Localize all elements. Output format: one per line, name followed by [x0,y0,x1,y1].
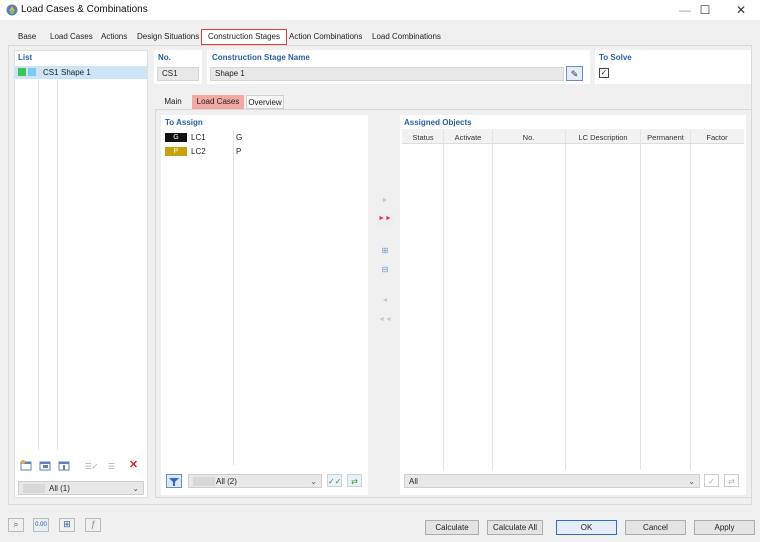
top-tab-bar: Base Load Cases Actions Design Situation… [10,29,750,45]
copy-item-icon[interactable] [38,460,53,473]
delete-icon[interactable]: ✕ [126,459,141,472]
unassign-one-icon[interactable]: ◄ [377,295,393,307]
filter-icon[interactable] [166,474,182,488]
col-status[interactable]: Status [402,133,444,142]
to-solve-label: To Solve [599,53,632,62]
to-assign-header: To Assign [165,118,203,127]
check-all-assigned-icon[interactable]: ✓ [704,474,719,487]
load-case-type: P [236,147,242,156]
tab-load-cases-sub[interactable]: Load Cases [192,95,244,109]
ok-button[interactable]: OK [556,520,617,535]
load-case-type: G [236,133,243,142]
col-divider [690,130,691,470]
deselect-all-icon[interactable]: ⇄ [347,474,362,487]
table-icon[interactable]: ⊞ [59,518,75,532]
col-divider [565,130,566,470]
close-icon[interactable]: ✕ [726,0,756,20]
select-all-icon[interactable]: ✓✓ [327,474,342,487]
tab-overview[interactable]: Overview [246,95,284,109]
new-item-icon[interactable] [19,460,34,473]
col-divider [443,130,444,470]
tab-actions[interactable]: Actions [101,29,127,45]
stage-name-field[interactable]: Shape 1 [210,67,564,81]
tab-load-combinations[interactable]: Load Combinations [372,29,441,45]
assign-selected-icon[interactable]: ⊞ [377,245,393,257]
col-factor[interactable]: Factor [690,133,744,142]
list-header: List [18,53,33,62]
assign-filtered-icon[interactable]: ⊟ [377,264,393,276]
tab-load-cases[interactable]: Load Cases [50,29,93,45]
tab-action-combinations[interactable]: Action Combinations [289,29,362,45]
apply-button[interactable]: Apply [694,520,755,535]
uncheck-all-assigned-icon[interactable]: ⇄ [724,474,739,487]
assign-one-icon[interactable]: ► [377,195,393,207]
to-assign-divider [233,130,234,465]
assigned-panel [400,115,746,495]
to-assign-filter-dropdown[interactable]: All (2) ⌄ [188,474,322,488]
col-no[interactable]: No. [492,133,565,142]
duplicate-item-icon[interactable] [57,460,72,473]
edit-name-icon[interactable]: ✎ [566,66,583,81]
to-assign-panel [161,115,368,495]
col-activate[interactable]: Activate [444,133,492,142]
app-icon [6,4,18,16]
search-icon[interactable]: ⌕ [8,518,24,532]
tab-main[interactable]: Main [158,95,188,109]
calculate-all-button[interactable]: Calculate All [487,520,543,535]
chevron-down-icon: ⌄ [688,477,695,486]
list-item-code: CS1 [43,68,59,77]
list-item-name: Shape 1 [61,68,91,77]
unassign-all-icon[interactable]: ◄◄ [377,314,393,326]
list-panel [14,50,148,498]
list-divider [38,80,39,450]
to-solve-checkbox[interactable]: ✓ [599,68,609,78]
units-icon[interactable]: 0.00 [33,518,49,532]
stage-name-label: Construction Stage Name [212,53,310,62]
no-field[interactable]: CS1 [157,67,199,81]
cancel-button[interactable]: Cancel [625,520,686,535]
to-assign-filter-value: All (2) [216,477,237,486]
col-lc-description[interactable]: LC Description [565,133,641,142]
list-item-color-2 [28,68,36,76]
tab-design-situations[interactable]: Design Situations [137,29,199,45]
load-case-badge: P [165,147,187,156]
check-list-icon[interactable]: ☰✓ [84,460,99,473]
list-filter-value: All (1) [49,484,70,493]
no-label: No. [158,53,171,62]
maximize-icon[interactable]: ☐ [690,0,720,20]
tab-base[interactable]: Base [18,29,36,45]
assign-all-icon[interactable]: ►► [377,213,393,225]
chevron-down-icon: ⌄ [310,477,317,486]
assigned-filter-dropdown[interactable]: All ⌄ [404,474,700,488]
window-title: Load Cases & Combinations [21,4,148,15]
uncheck-list-icon[interactable]: ☰ [104,460,119,473]
assigned-header: Assigned Objects [404,118,472,127]
tab-construction-stages[interactable]: Construction Stages [201,29,287,45]
col-divider [492,130,493,470]
function-icon[interactable]: ƒ [85,518,101,532]
col-permanent[interactable]: Permanent [641,133,690,142]
calculate-button[interactable]: Calculate [425,520,479,535]
col-divider [640,130,641,470]
load-case-name[interactable]: LC2 [191,147,206,156]
load-case-badge: G [165,133,187,142]
assigned-filter-value: All [409,477,418,486]
load-case-name[interactable]: LC1 [191,133,206,142]
list-divider [57,80,58,450]
list-filter-dropdown[interactable]: All (1) ⌄ [18,481,144,495]
chevron-down-icon: ⌄ [132,484,139,493]
list-item-color-1 [18,68,26,76]
